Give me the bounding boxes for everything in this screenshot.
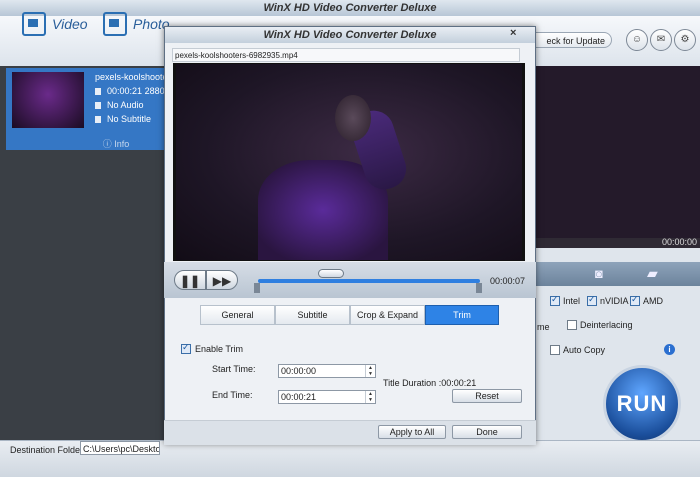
- apply-to-all-button[interactable]: Apply to All: [378, 425, 446, 439]
- nvidia-option[interactable]: nVIDIA: [587, 294, 629, 306]
- partial-option-label: me: [537, 322, 550, 332]
- end-time-label: End Time:: [212, 390, 253, 400]
- account-icon[interactable]: ☺: [626, 29, 648, 51]
- pause-button[interactable]: ❚❚: [174, 270, 206, 290]
- audio-icon: [95, 102, 101, 110]
- forward-button[interactable]: ▶▶: [206, 270, 238, 290]
- amd-label: AMD: [643, 296, 663, 306]
- settings-icon[interactable]: ⚙: [674, 29, 696, 51]
- preview-window: [535, 66, 700, 238]
- tab-general[interactable]: General: [200, 305, 275, 325]
- destination-input[interactable]: C:\Users\pc\Desktop\: [80, 441, 160, 455]
- dialog-filename: pexels-koolshooters-6982935.mp4: [172, 48, 520, 62]
- file-subtitle-row[interactable]: No Subtitle: [95, 114, 151, 124]
- start-time-stepper[interactable]: ▲ ▼: [365, 365, 375, 377]
- add-video-icon: [22, 12, 46, 36]
- intel-option[interactable]: Intel: [550, 294, 581, 306]
- trim-start-handle[interactable]: [254, 283, 260, 293]
- amd-option[interactable]: AMD: [630, 294, 663, 306]
- dialog-title: WinX HD Video Converter Deluxe: [165, 27, 535, 43]
- destination-label: Destination Folder:: [10, 445, 86, 455]
- done-button[interactable]: Done: [452, 425, 522, 439]
- mail-icon[interactable]: ✉: [650, 29, 672, 51]
- file-audio-row[interactable]: No Audio: [95, 100, 144, 110]
- fast-forward-icon: ▶▶: [212, 274, 232, 288]
- deinterlacing-checkbox[interactable]: [567, 320, 577, 330]
- subtitle-icon: [95, 116, 101, 124]
- start-time-label: Start Time:: [212, 364, 256, 374]
- tab-trim[interactable]: Trim: [425, 305, 499, 325]
- check-update-button[interactable]: eck for Update: [528, 32, 612, 48]
- file-subtitle: No Subtitle: [107, 114, 152, 124]
- intel-label: Intel: [563, 296, 581, 306]
- folder-icon[interactable]: ▰: [647, 265, 658, 282]
- nvidia-label: nVIDIA: [600, 296, 629, 306]
- run-button[interactable]: RUN: [603, 365, 681, 443]
- trim-end-handle[interactable]: [476, 283, 482, 293]
- add-video-label: Video: [52, 16, 88, 32]
- start-time-value: 00:00:00: [281, 366, 317, 376]
- file-info-label: Info: [114, 139, 130, 149]
- seek-handle[interactable]: [318, 269, 344, 278]
- auto-copy-option[interactable]: Auto Copy: [550, 345, 605, 355]
- file-duration: 00:00:21: [107, 86, 143, 96]
- amd-checkbox[interactable]: [630, 294, 640, 306]
- add-video-button[interactable]: Video: [22, 10, 88, 38]
- file-resolution: 2880: [144, 86, 165, 96]
- nvidia-checkbox[interactable]: [587, 294, 597, 306]
- video-figure-head: [335, 95, 371, 141]
- file-thumbnail[interactable]: [12, 72, 84, 128]
- end-time-input[interactable]: 00:00:21 ▲ ▼: [278, 390, 376, 404]
- info-icon[interactable]: i: [664, 344, 675, 355]
- enable-trim-checkbox[interactable]: [181, 342, 191, 354]
- auto-copy-checkbox[interactable]: [550, 345, 560, 355]
- end-time-stepper[interactable]: ▲ ▼: [365, 391, 375, 403]
- file-audio: No Audio: [107, 100, 144, 110]
- photo-icon: [103, 12, 127, 36]
- info-icon: ⓘ: [102, 139, 112, 149]
- start-time-input[interactable]: 00:00:00 ▲ ▼: [278, 364, 376, 378]
- deinterlacing-option[interactable]: Deinterlacing: [567, 320, 633, 330]
- enable-trim-option[interactable]: Enable Trim: [181, 342, 244, 354]
- preview-time: 00:00:00: [662, 237, 698, 247]
- enable-trim-label: Enable Trim: [195, 344, 244, 354]
- tab-subtitle[interactable]: Subtitle: [275, 305, 350, 325]
- seek-track[interactable]: [258, 279, 480, 283]
- video-icon: [95, 88, 101, 96]
- title-duration: Title Duration :00:00:21: [383, 378, 477, 388]
- current-time: 00:00:07: [490, 276, 526, 286]
- pause-icon: ❚❚: [179, 274, 201, 288]
- file-duration-row: 00:00:21 2880: [95, 86, 165, 96]
- add-photo-button[interactable]: Photo: [103, 10, 170, 38]
- reset-button[interactable]: Reset: [452, 389, 522, 403]
- deinterlacing-label: Deinterlacing: [580, 320, 633, 330]
- snapshot-icon[interactable]: ◙: [595, 266, 603, 281]
- close-icon[interactable]: ×: [510, 27, 520, 39]
- auto-copy-label: Auto Copy: [563, 345, 606, 355]
- tab-crop-expand[interactable]: Crop & Expand: [350, 305, 425, 325]
- end-time-value: 00:00:21: [281, 392, 317, 402]
- intel-checkbox[interactable]: [550, 294, 560, 306]
- file-info-button[interactable]: ⓘ Info: [96, 137, 136, 150]
- preview-tools: ◙ ▰: [535, 262, 700, 286]
